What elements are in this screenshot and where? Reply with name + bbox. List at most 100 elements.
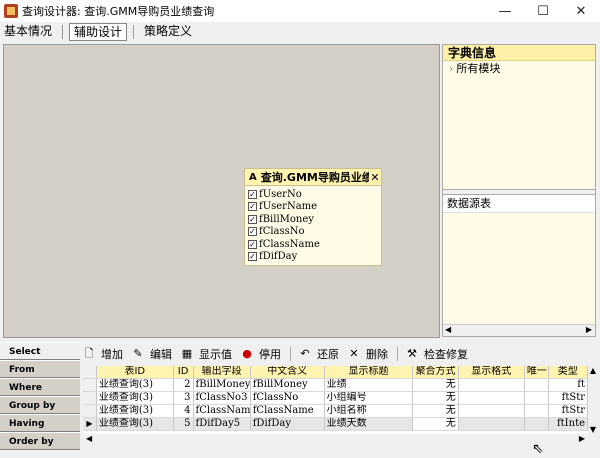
field-grid[interactable]: 表ID ID 输出字段 中文含义 显示标题 聚合方式 显示格式 唯一 类型 业绩…	[83, 366, 588, 434]
column-header[interactable]: 表ID	[97, 366, 174, 378]
grid-cell[interactable]: fClassNo3	[194, 392, 251, 404]
grid-horizontal-scrollbar[interactable]: ◀ ▶	[83, 434, 588, 445]
grid-cell[interactable]: ft	[549, 379, 588, 391]
tab-basic-info[interactable]: 基本情况	[0, 23, 56, 41]
grid-cell[interactable]: ftStr	[549, 392, 588, 404]
column-header[interactable]: 中文含义	[251, 366, 325, 378]
grid-cell[interactable]: 无	[413, 379, 459, 391]
grid-cell[interactable]	[524, 418, 549, 430]
grid-cell[interactable]: 无	[413, 405, 459, 417]
checkbox[interactable]: ✓	[248, 252, 257, 262]
checkbox[interactable]: ✓	[248, 239, 257, 249]
checkbox[interactable]: ✓	[248, 202, 257, 212]
grid-cell[interactable]: fBillMoney2	[194, 379, 251, 391]
restore-label: 还原	[317, 348, 339, 361]
table-box-header[interactable]: A 查询.GMM导购员业绩 ✕	[245, 169, 381, 186]
table-row[interactable]: 业绩查询(3) 2 fBillMoney2 fBillMoney 业绩 无 ft	[83, 379, 588, 392]
grid-cell[interactable]: 业绩天数	[324, 418, 414, 430]
grid-cell[interactable]: 业绩查询(3)	[97, 405, 174, 417]
column-header[interactable]: ID	[174, 366, 194, 378]
grid-cell[interactable]	[525, 405, 549, 417]
field-item[interactable]: ✓ fUserNo	[248, 188, 378, 201]
check-repair-button[interactable]: ⚒ 检查修复	[406, 346, 468, 362]
table-box[interactable]: A 查询.GMM导购员业绩 ✕ ✓ fUserNo ✓ fUserName ✓ fBi…	[244, 168, 382, 266]
chevron-left-icon[interactable]: ◀	[86, 434, 92, 443]
grid-cell[interactable]	[459, 392, 525, 404]
chevron-down-icon[interactable]: ▼	[588, 425, 598, 434]
grid-cell[interactable]: ftStr	[549, 405, 588, 417]
grid-cell[interactable]: 2	[174, 379, 194, 391]
grid-cell[interactable]: fClassName4	[194, 405, 251, 417]
grid-cell[interactable]: fClassNo	[251, 392, 325, 404]
sidebar-item-having[interactable]: Having	[0, 414, 80, 432]
grid-cell[interactable]: ftInte	[548, 418, 588, 430]
grid-cell[interactable]: 4	[174, 405, 194, 417]
grid-cell[interactable]	[525, 379, 549, 391]
chevron-up-icon[interactable]: ▲	[588, 366, 598, 375]
sidebar-item-where[interactable]: Where	[0, 378, 80, 396]
grid-cell[interactable]: 5	[173, 418, 194, 430]
column-header[interactable]: 聚合方式	[413, 366, 459, 378]
grid-cell[interactable]	[458, 418, 525, 430]
add-button[interactable]: 🗋 增加	[83, 346, 123, 362]
tab-strategy[interactable]: 策略定义	[140, 23, 196, 41]
checkbox[interactable]: ✓	[248, 227, 257, 237]
field-label: fClassName	[259, 238, 320, 250]
column-header[interactable]: 显示格式	[459, 366, 525, 378]
grid-cell[interactable]: 3	[174, 392, 194, 404]
maximize-button[interactable]: ☐	[524, 0, 562, 22]
grid-cell[interactable]: fDifDay	[250, 418, 325, 430]
grid-cell[interactable]	[525, 392, 549, 404]
grid-cell[interactable]	[459, 379, 525, 391]
grid-cell[interactable]: 业绩查询(3)	[97, 379, 174, 391]
stop-button[interactable]: ● 停用	[241, 346, 281, 362]
table-row-selected[interactable]: ▶ 业绩查询(3) 5 fDifDay5 fDifDay 业绩天数 无 ftIn…	[83, 418, 588, 431]
sidebar-item-group-by[interactable]: Group by	[0, 396, 80, 414]
field-item[interactable]: ✓ fUserName	[248, 201, 378, 214]
grid-cell[interactable]	[459, 405, 525, 417]
edit-button[interactable]: ✎ 编辑	[132, 346, 172, 362]
dict-item-label: 所有模块	[456, 62, 501, 75]
grid-cell[interactable]: fClassName	[251, 405, 325, 417]
sidebar-item-select[interactable]: Select	[0, 342, 80, 360]
close-icon[interactable]: ✕	[369, 171, 381, 184]
column-header[interactable]: 类型	[549, 366, 588, 378]
sidebar-item-order-by[interactable]: Order by	[0, 432, 80, 450]
chevron-right-icon[interactable]: ▶	[579, 434, 585, 443]
horizontal-scrollbar[interactable]: ◀ ▶	[443, 324, 595, 336]
grid-cell[interactable]: fBillMoney	[251, 379, 325, 391]
grid-cell[interactable]: 小组编号	[325, 392, 414, 404]
vertical-scrollbar[interactable]: ▲ ▼	[588, 366, 598, 434]
grid-cell[interactable]: 业绩查询(3)	[97, 392, 174, 404]
chevron-right-icon[interactable]: ▶	[586, 325, 592, 334]
sidebar-item-from[interactable]: From	[0, 360, 80, 378]
column-header[interactable]: 输出字段	[194, 366, 251, 378]
chevron-left-icon[interactable]: ◀	[445, 325, 451, 334]
dict-tree-item[interactable]: › 所有模块	[443, 61, 595, 76]
row-marker	[83, 379, 97, 391]
checkbox[interactable]: ✓	[248, 189, 257, 199]
tab-aux-design[interactable]: 辅助设计	[69, 23, 128, 41]
design-canvas[interactable]: A 查询.GMM导购员业绩 ✕ ✓ fUserNo ✓ fUserName ✓ fBi…	[3, 44, 440, 338]
column-header[interactable]: 显示标题	[325, 366, 414, 378]
grid-cell[interactable]: 业绩查询(3)	[96, 418, 174, 430]
delete-button[interactable]: ✕ 删除	[348, 346, 388, 362]
field-item[interactable]: ✓ fBillMoney	[248, 213, 378, 226]
grid-cell[interactable]: 小组名称	[325, 405, 414, 417]
restore-button[interactable]: ↶ 还原	[299, 346, 339, 362]
field-item[interactable]: ✓ fDifDay	[248, 251, 378, 264]
table-row[interactable]: 业绩查询(3) 3 fClassNo3 fClassNo 小组编号 无 ftSt…	[83, 392, 588, 405]
minimize-button[interactable]: —	[486, 0, 524, 22]
column-header[interactable]: 唯一	[525, 366, 549, 378]
grid-cell[interactable]: 业绩	[325, 379, 414, 391]
checkbox[interactable]: ✓	[248, 214, 257, 224]
field-item[interactable]: ✓ fClassName	[248, 238, 378, 251]
grid-cell[interactable]: 无	[413, 418, 459, 430]
close-button[interactable]: ✕	[562, 0, 600, 22]
grid-cell[interactable]: 无	[413, 392, 459, 404]
chevron-right-icon[interactable]: ›	[449, 62, 453, 75]
show-value-button[interactable]: ▦ 显示值	[181, 346, 232, 362]
table-row[interactable]: 业绩查询(3) 4 fClassName4 fClassName 小组名称 无 …	[83, 405, 588, 418]
field-item[interactable]: ✓ fClassNo	[248, 226, 378, 239]
grid-cell[interactable]: fDifDay5	[193, 418, 251, 430]
